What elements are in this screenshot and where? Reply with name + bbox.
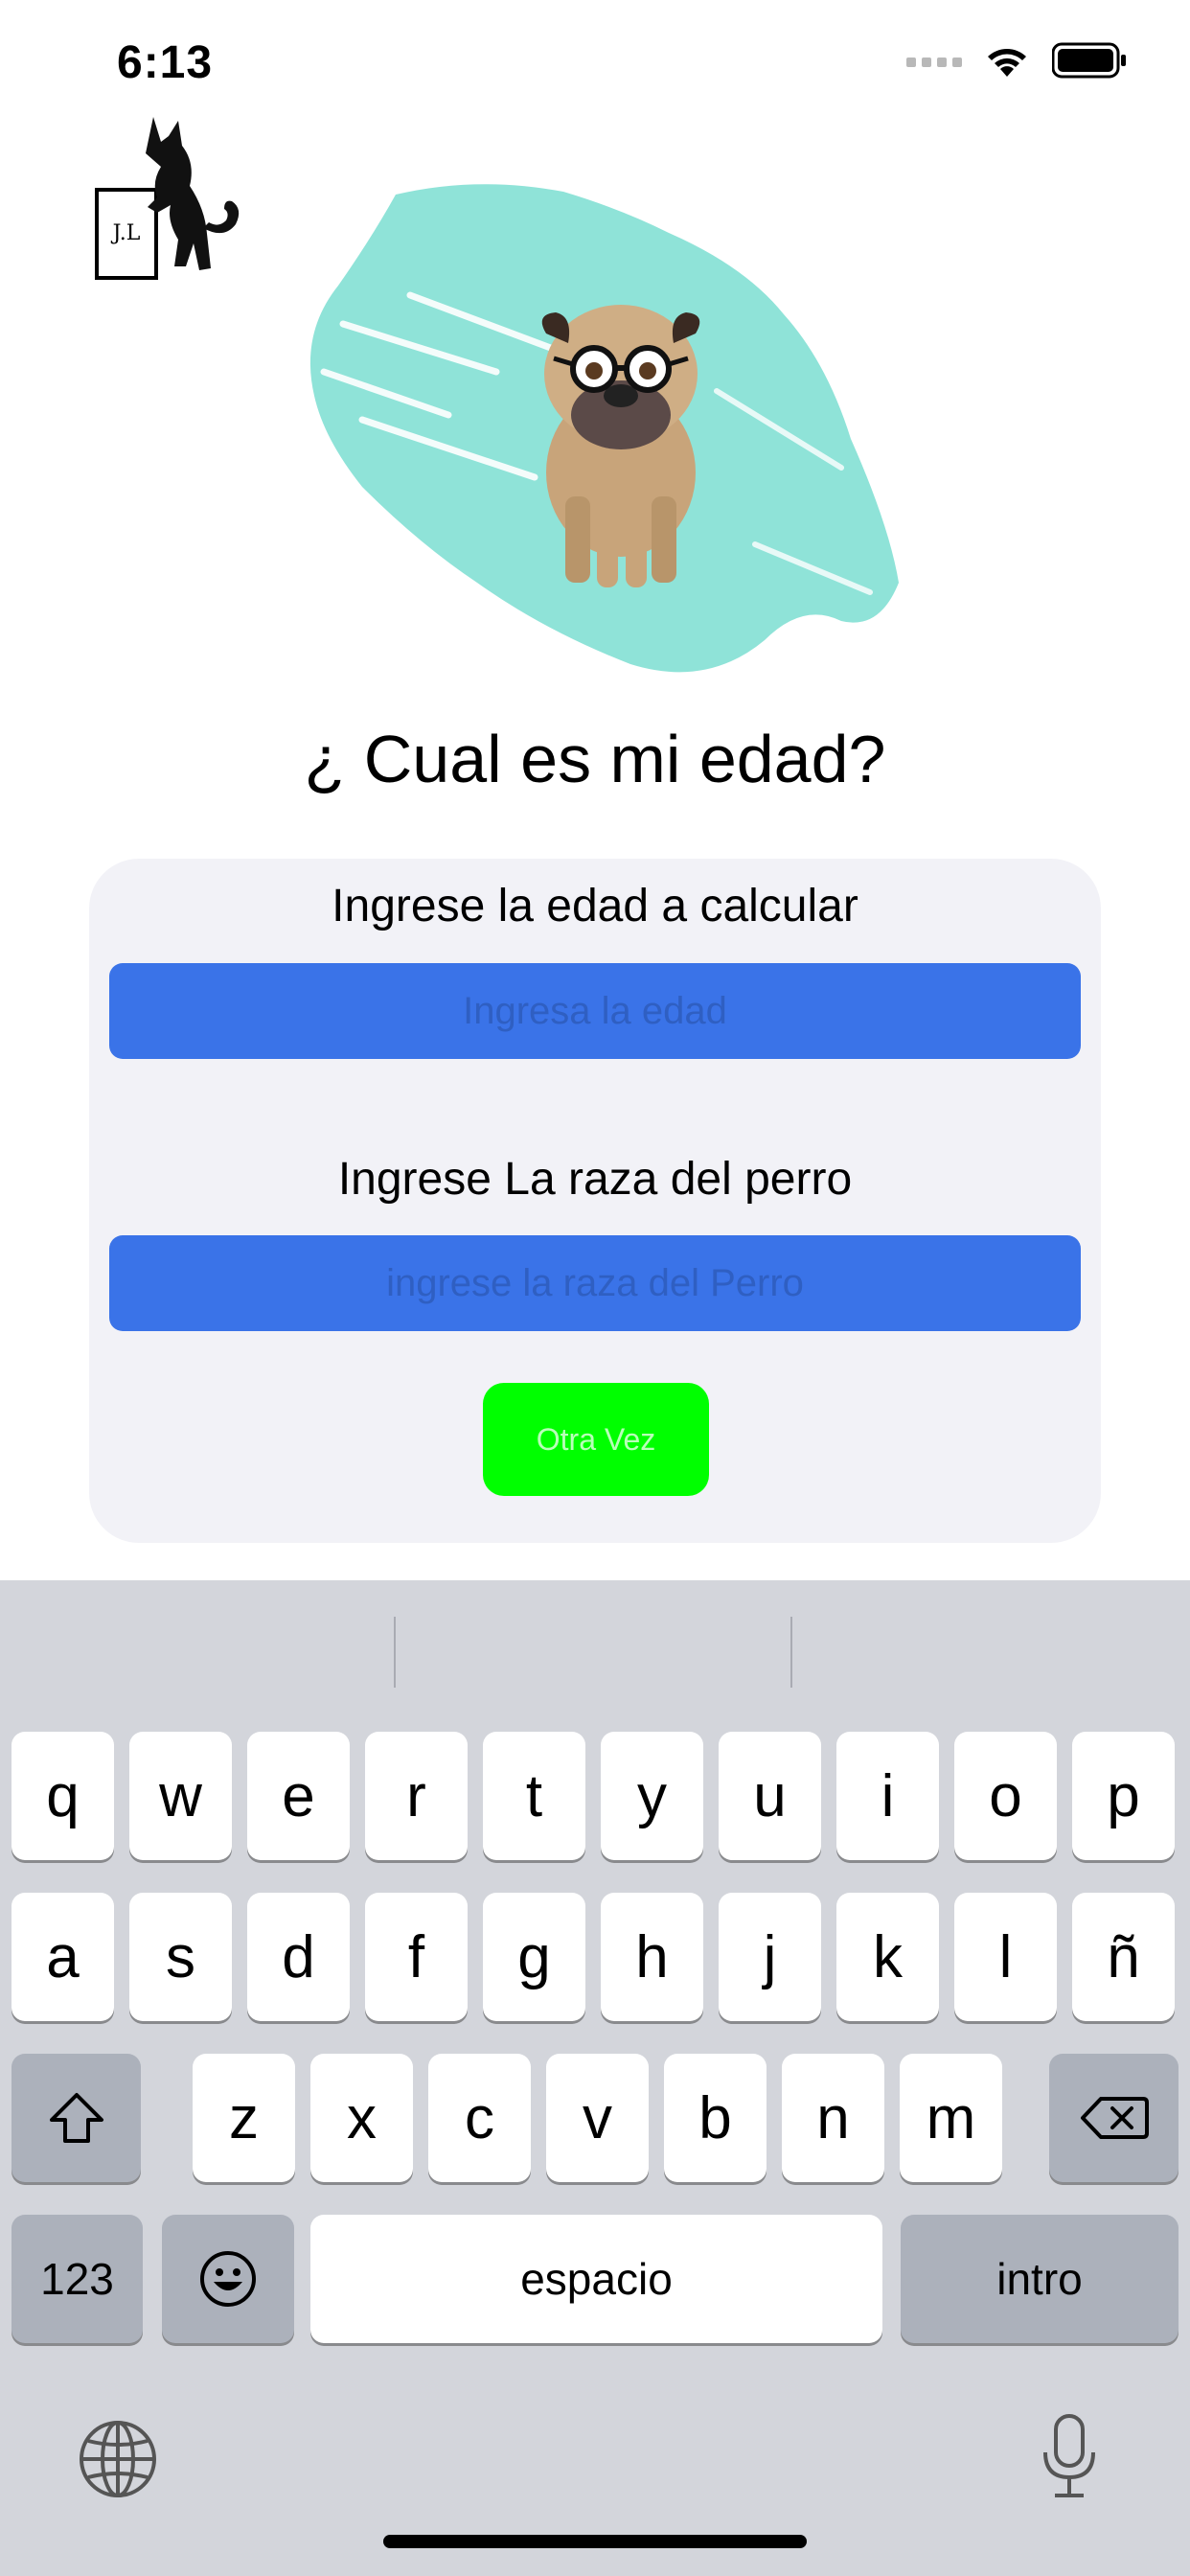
key-j[interactable]: j [719,1893,821,2021]
space-key[interactable]: espacio [310,2215,882,2343]
numbers-key[interactable]: 123 [11,2215,143,2343]
emoji-icon [200,2251,256,2307]
key-x[interactable]: x [310,2054,413,2182]
key-r[interactable]: r [365,1732,468,1860]
key-f[interactable]: f [365,1893,468,2021]
key-n[interactable]: n [782,2054,884,2182]
key-p[interactable]: p [1072,1732,1175,1860]
dictation-button[interactable] [1040,2412,1099,2505]
pug-icon [541,305,700,587]
key-h[interactable]: h [601,1893,703,2021]
key-l[interactable]: l [954,1893,1057,2021]
breed-label: Ingrese La raza del perro [337,1154,853,1205]
suggestion-divider [790,1617,792,1688]
retry-button[interactable]: Otra Vez [483,1383,709,1496]
return-key[interactable]: intro [901,2215,1179,2343]
shift-key[interactable] [11,2054,141,2182]
key-i[interactable]: i [836,1732,939,1860]
cellular-signal-icon [906,58,962,67]
key-z[interactable]: z [193,2054,295,2182]
key-q[interactable]: q [11,1732,114,1860]
hero-illustration [305,180,908,688]
wifi-icon [988,49,1026,77]
age-input[interactable] [109,963,1081,1059]
logo-initials: J.L [111,221,141,245]
key-y[interactable]: y [601,1732,703,1860]
microphone-icon [1043,2414,1095,2497]
key-u[interactable]: u [719,1732,821,1860]
form-card: Ingrese la edad a calcular Ingrese La ra… [89,859,1101,1543]
key-w[interactable]: w [129,1732,232,1860]
globe-icon [80,2421,156,2497]
emoji-key[interactable] [162,2215,294,2343]
key-c[interactable]: c [428,2054,531,2182]
breed-input[interactable] [109,1235,1081,1331]
key-v[interactable]: v [546,2054,649,2182]
key-e[interactable]: e [247,1732,350,1860]
suggestion-divider [394,1617,396,1688]
delete-icon [1080,2097,1149,2139]
key-s[interactable]: s [129,1893,232,2021]
key-b[interactable]: b [664,2054,767,2182]
delete-key[interactable] [1049,2054,1179,2182]
app-logo: J.L [90,113,253,286]
key-g[interactable]: g [483,1893,585,2021]
home-indicator[interactable] [383,2535,807,2548]
key-k[interactable]: k [836,1893,939,2021]
globe-button[interactable] [77,2418,159,2505]
key-d[interactable]: d [247,1893,350,2021]
key-m[interactable]: m [900,2054,1002,2182]
battery-icon [1052,42,1126,79]
key-t[interactable]: t [483,1732,585,1860]
key-a[interactable]: a [11,1893,114,2021]
keyboard: q w e r t y u i o p a s d f g h j k l ñ … [0,1580,1190,2576]
shift-icon [49,2093,103,2143]
age-label: Ingrese la edad a calcular [332,881,858,932]
status-icons [906,42,1127,79]
key-n-tilde[interactable]: ñ [1072,1893,1175,2021]
page-title: ¿ Cual es mi edad? [304,722,886,796]
status-time: 6:13 [117,37,214,88]
key-o[interactable]: o [954,1732,1057,1860]
